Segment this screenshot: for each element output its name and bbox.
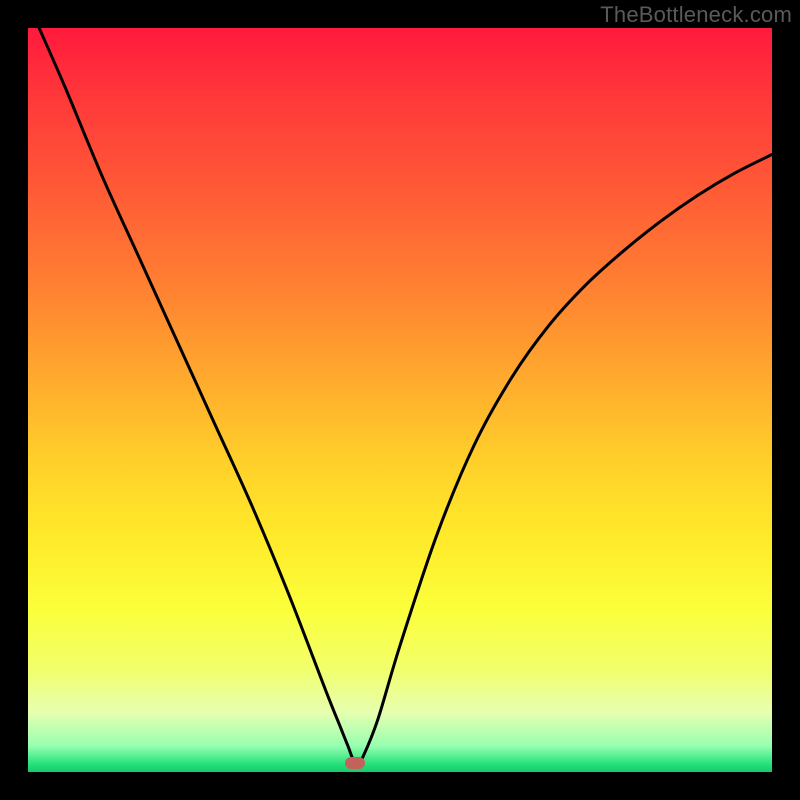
- background-gradient: [28, 28, 772, 772]
- optimum-marker: [345, 757, 365, 769]
- plot-area: [28, 28, 772, 772]
- watermark-text: TheBottleneck.com: [600, 2, 792, 28]
- chart-frame: TheBottleneck.com: [0, 0, 800, 800]
